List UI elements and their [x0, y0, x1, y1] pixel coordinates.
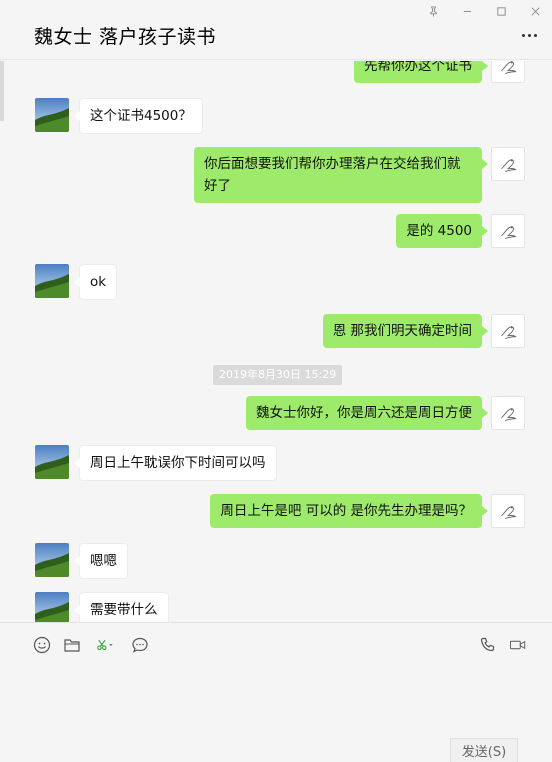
chat-bubble-icon[interactable]	[130, 635, 150, 655]
phone-icon[interactable]	[478, 635, 498, 655]
avatar[interactable]	[35, 445, 69, 479]
avatar[interactable]	[35, 592, 69, 622]
message-bubble-outgoing[interactable]: 恩 那我们明天确定时间	[322, 314, 489, 348]
maximize-icon[interactable]	[484, 0, 518, 22]
message-bubble-incoming[interactable]: 这个证书4500？	[74, 98, 203, 134]
avatar[interactable]	[35, 98, 69, 132]
emoji-icon[interactable]	[32, 635, 52, 655]
avatar[interactable]	[35, 264, 69, 298]
message-bubble-outgoing[interactable]: 是的 4500	[396, 214, 488, 248]
scissors-icon[interactable]	[92, 635, 118, 655]
composer-toolbar	[0, 635, 552, 657]
message-bubble-incoming[interactable]: ok	[73, 264, 118, 300]
more-icon[interactable]	[522, 30, 544, 40]
avatar[interactable]	[491, 214, 525, 248]
folder-icon[interactable]	[62, 635, 82, 655]
chat-title: 魏女士 落户孩子读书	[34, 26, 217, 48]
window-controls	[416, 0, 552, 22]
message-bubble-outgoing[interactable]: 你后面想要我们帮你办理落户在交给我们就好了	[194, 147, 488, 203]
composer: 发送(S)	[0, 622, 552, 762]
avatar[interactable]	[491, 61, 525, 83]
message-bubble-outgoing[interactable]: 先帮你办这个证书	[354, 61, 488, 83]
chat-window: 魏女士 落户孩子读书 先帮你办这个证书 这个证书4500？ 你后面想要我们帮你办…	[0, 0, 552, 762]
title-bar: 魏女士 落户孩子读书	[0, 0, 552, 60]
message-bubble-incoming[interactable]: 周日上午耽误你下时间可以吗	[74, 445, 277, 481]
send-button[interactable]: 发送(S)	[450, 738, 518, 762]
message-bubble-incoming[interactable]: 需要带什么	[74, 592, 169, 622]
pin-icon[interactable]	[416, 0, 450, 22]
minimize-icon[interactable]	[450, 0, 484, 22]
avatar[interactable]	[35, 543, 69, 577]
avatar[interactable]	[491, 147, 525, 181]
message-bubble-outgoing[interactable]: 周日上午是吧 可以的 是你先生办理是吗？	[210, 494, 488, 528]
timestamp-divider: 2019年8月30日 15:29	[213, 365, 343, 385]
close-icon[interactable]	[518, 0, 552, 22]
avatar[interactable]	[491, 314, 525, 348]
message-bubble-incoming[interactable]: 嗯嗯	[74, 543, 128, 579]
message-list[interactable]: 先帮你办这个证书 这个证书4500？ 你后面想要我们帮你办理落户在交给我们就好了…	[0, 61, 552, 622]
scrollbar[interactable]	[0, 61, 4, 121]
video-icon[interactable]	[506, 635, 530, 655]
avatar[interactable]	[491, 494, 525, 528]
avatar[interactable]	[491, 396, 525, 430]
message-bubble-outgoing[interactable]: 魏女士你好，你是周六还是周日方便	[246, 396, 488, 430]
